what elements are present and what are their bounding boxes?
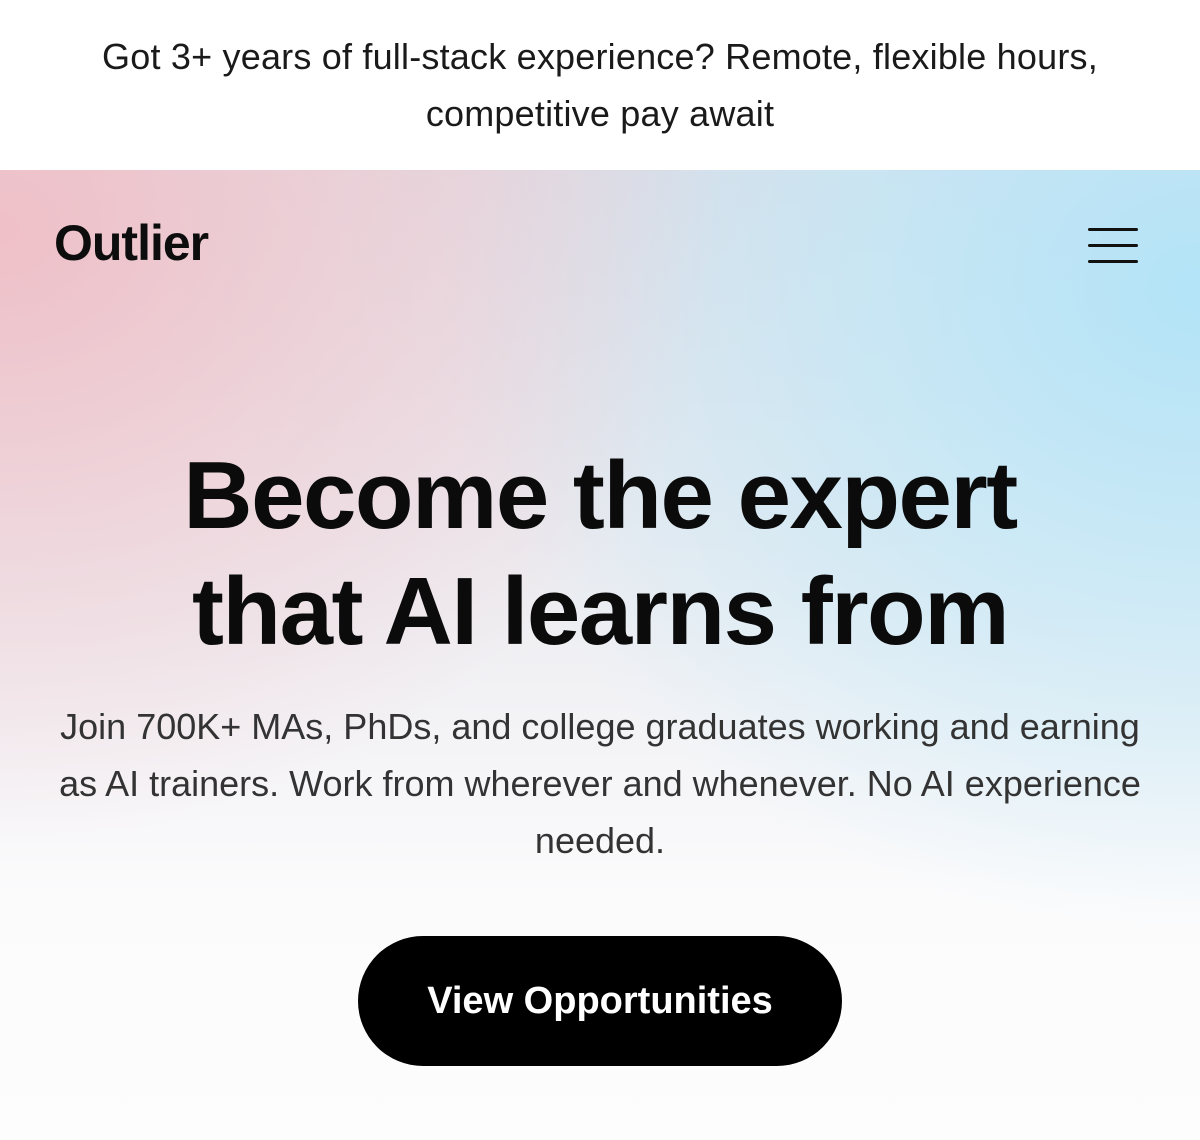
hero-subtext: Join 700K+ MAs, PhDs, and college gradua… bbox=[59, 706, 1141, 861]
logo[interactable]: Outlier bbox=[54, 214, 209, 272]
menu-bar-top bbox=[1088, 228, 1138, 231]
hamburger-menu-icon[interactable] bbox=[1082, 222, 1142, 270]
menu-bar-bottom bbox=[1088, 260, 1138, 263]
view-opportunities-button[interactable]: View Opportunities bbox=[358, 936, 842, 1066]
hero-section: Outlier Become the expert that AI learns… bbox=[0, 170, 1200, 1140]
announcement-banner: Got 3+ years of full-stack experience? R… bbox=[0, 0, 1200, 170]
hero-headline-line2: that AI learns from bbox=[191, 558, 1010, 665]
navbar: Outlier bbox=[0, 170, 1200, 320]
hero-headline: Become the expert that AI learns from bbox=[0, 438, 1200, 670]
banner-text: Got 3+ years of full-stack experience? R… bbox=[102, 36, 1098, 134]
hero-headline-line1: Become the expert bbox=[183, 442, 1018, 549]
menu-bar-middle bbox=[1088, 244, 1138, 247]
